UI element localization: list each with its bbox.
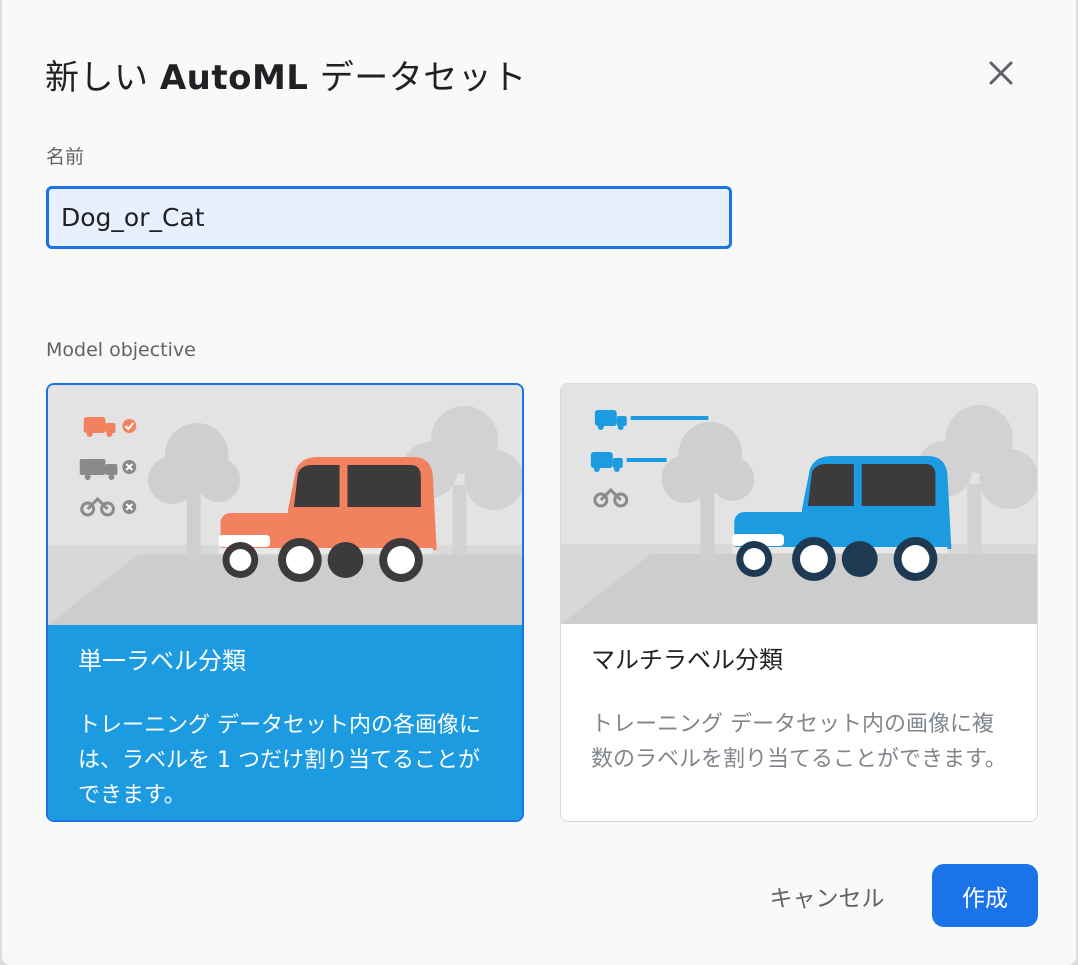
single-label-option-card[interactable]: 単一ラベル分類 トレーニング データセット内の各画像には、ラベルを 1 つだけ割…: [46, 383, 524, 822]
single-label-car-illustration: [48, 385, 522, 625]
name-input[interactable]: [46, 186, 732, 249]
create-button[interactable]: 作成: [932, 864, 1038, 927]
create-dataset-dialog: 新しい AutoML データセット 名前 Model objective: [2, 0, 1076, 965]
model-objective-label: Model objective: [46, 339, 196, 361]
single-label-card-body: 単一ラベル分類 トレーニング データセット内の各画像には、ラベルを 1 つだけ割…: [48, 625, 522, 820]
single-label-description: トレーニング データセット内の各画像には、ラベルを 1 つだけ割り当てることがで…: [78, 713, 481, 808]
title-prefix: 新しい: [45, 58, 160, 98]
multi-label-card-body: マルチラベル分類 トレーニング データセット内の画像に複数のラベルを割り当てるこ…: [561, 624, 1037, 821]
cancel-button[interactable]: キャンセル: [747, 866, 907, 926]
title-suffix: データセット: [308, 58, 527, 98]
close-icon[interactable]: [983, 55, 1019, 91]
multi-label-option-card[interactable]: マルチラベル分類 トレーニング データセット内の画像に複数のラベルを割り当てるこ…: [560, 383, 1038, 822]
multi-label-title: マルチラベル分類: [591, 646, 783, 674]
single-label-title: 単一ラベル分類: [78, 647, 246, 675]
title-brand: AutoML: [159, 58, 309, 98]
multi-label-car-illustration: [561, 384, 1037, 624]
name-field-label: 名前: [46, 146, 85, 168]
multi-label-description: トレーニング データセット内の画像に複数のラベルを割り当てることができます。: [591, 712, 1007, 772]
dialog-title: 新しい AutoML データセット: [45, 50, 527, 99]
